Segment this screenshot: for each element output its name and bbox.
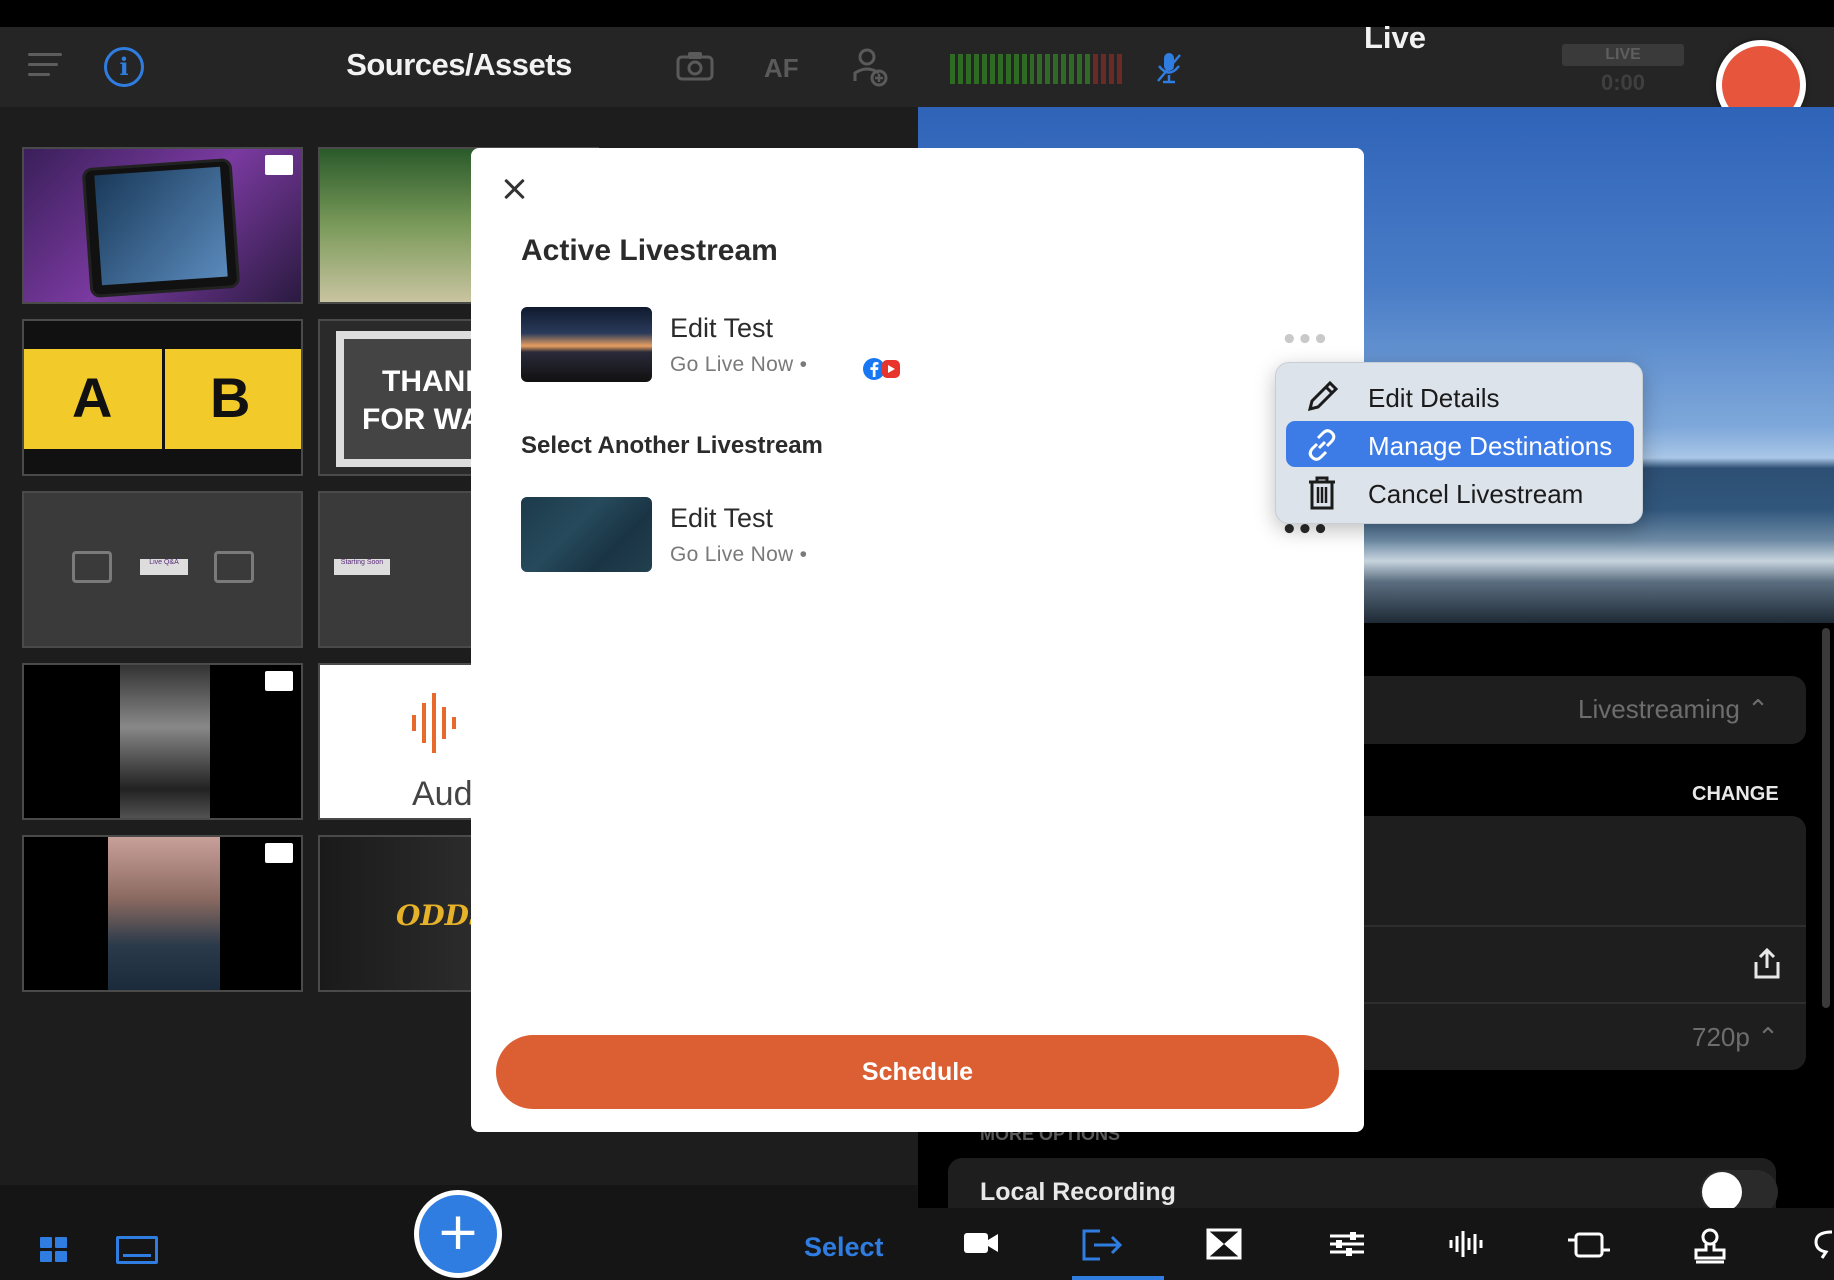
livestream-subtitle: Go Live Now •: [670, 353, 808, 376]
adjustments-tab-icon[interactable]: [1328, 1228, 1366, 1260]
switcher-tab-icon[interactable]: [1566, 1228, 1612, 1262]
tile-label-a: A: [72, 366, 113, 429]
livestream-thumbnail: [521, 497, 652, 572]
source-tile[interactable]: [22, 835, 303, 992]
active-livestream-more-icon[interactable]: •••: [1281, 327, 1329, 353]
livestream-context-menu: Edit Details Manage Destinations Cancel …: [1275, 362, 1643, 524]
video-badge-icon: [265, 671, 293, 691]
add-source-button[interactable]: +: [414, 1190, 502, 1278]
select-another-heading: Select Another Livestream: [521, 432, 823, 459]
pencil-icon: [1307, 380, 1339, 412]
menu-item-label: Manage Destinations: [1368, 431, 1613, 461]
menu-item-label: Edit Details: [1368, 383, 1500, 413]
tile-label-audio: Aud: [412, 775, 473, 813]
menu-item-manage-destinations[interactable]: Manage Destinations: [1286, 421, 1634, 467]
audio-tab-icon[interactable]: [1448, 1228, 1486, 1260]
menu-item-edit-details[interactable]: Edit Details: [1286, 373, 1634, 419]
source-tile[interactable]: [22, 147, 303, 304]
transition-tab-icon[interactable]: [1206, 1228, 1242, 1260]
menu-item-label: Cancel Livestream: [1368, 479, 1584, 509]
stream-mode-value[interactable]: Livestreaming ⌃: [1578, 694, 1769, 725]
comments-tab-icon[interactable]: [1812, 1228, 1834, 1260]
other-livestream-more-icon[interactable]: •••: [1281, 517, 1329, 543]
link-icon: [1308, 429, 1336, 461]
scrollbar[interactable]: [1822, 628, 1830, 1008]
share-icon[interactable]: [1752, 948, 1782, 980]
sources-header: i Sources/Assets AF: [0, 27, 918, 107]
livestream-thumbnail: [521, 307, 652, 382]
source-tile[interactable]: Live Q&A: [22, 491, 303, 648]
local-recording-label: Local Recording: [980, 1178, 1176, 1206]
grid-view-icon[interactable]: [40, 1237, 68, 1263]
schedule-button[interactable]: Schedule: [496, 1035, 1339, 1109]
active-livestream-item[interactable]: Edit Test Go Live Now •: [521, 307, 1321, 383]
other-livestream-item[interactable]: Edit Test Go Live Now •: [521, 497, 1321, 573]
livestream-subtitle: Go Live Now •: [670, 543, 808, 566]
live-title: Live: [1363, 20, 1427, 55]
live-timer: 0:00: [1600, 70, 1646, 95]
select-button[interactable]: Select: [804, 1232, 884, 1263]
close-icon[interactable]: [499, 174, 529, 204]
tile-label-live-qa: Live Q&A: [140, 559, 188, 575]
active-tab-indicator: [1072, 1276, 1164, 1280]
source-tile[interactable]: [22, 663, 303, 820]
image-badge-icon: [265, 843, 293, 863]
layout-view-icon[interactable]: [116, 1236, 158, 1264]
change-button[interactable]: CHANGE: [1692, 783, 1779, 806]
menu-item-cancel-livestream[interactable]: Cancel Livestream: [1286, 469, 1634, 515]
livestream-title: Edit Test: [670, 503, 774, 533]
live-status-badge: LIVE: [1562, 44, 1684, 66]
facebook-destination-icon: [863, 358, 900, 380]
stamp-tab-icon[interactable]: [1692, 1228, 1728, 1264]
trash-icon: [1309, 476, 1335, 510]
image-badge-icon: [265, 155, 293, 175]
active-livestream-heading: Active Livestream: [521, 234, 778, 267]
window-top-strip: [0, 0, 1834, 27]
livestream-modal: Active Livestream Edit Test Go Live Now …: [471, 148, 1364, 1132]
resolution-value[interactable]: 720p ⌃: [1692, 1022, 1779, 1053]
audio-level-meter: [950, 54, 1122, 84]
mic-muted-icon[interactable]: [1154, 51, 1184, 85]
camera-icon[interactable]: [676, 51, 714, 81]
autofocus-button[interactable]: AF: [764, 53, 799, 84]
tile-label-b: B: [210, 366, 251, 429]
source-tile[interactable]: A B: [22, 319, 303, 476]
add-guest-icon[interactable]: [852, 47, 888, 87]
camera-tab-icon[interactable]: [962, 1228, 1000, 1258]
output-tab-icon[interactable]: [1080, 1228, 1126, 1262]
livestream-title: Edit Test: [670, 313, 774, 343]
tile-label-starting-soon: Starting Soon: [334, 559, 390, 575]
